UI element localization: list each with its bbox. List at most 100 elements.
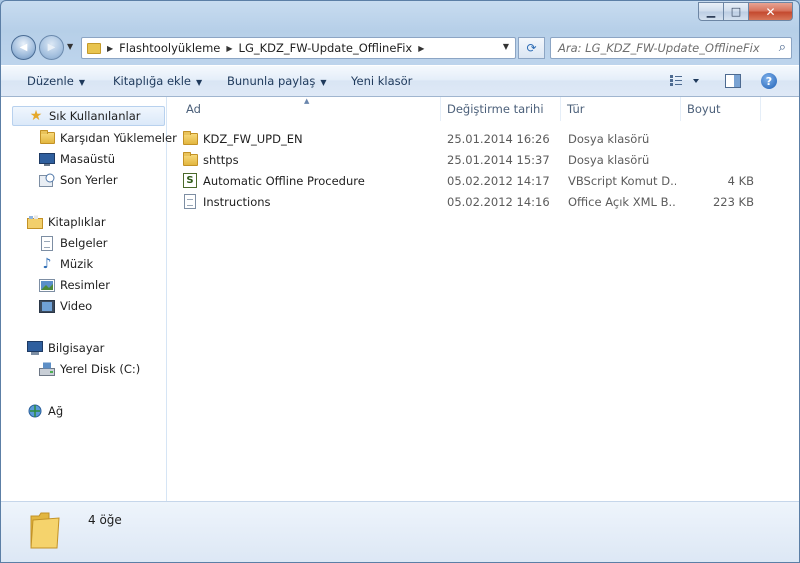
maximize-icon: □ <box>730 5 742 18</box>
file-date: 05.02.2012 14:17 <box>447 173 550 188</box>
preview-pane-icon <box>725 74 741 88</box>
file-size: 4 KB <box>727 173 754 188</box>
column-label: Ad <box>186 102 201 116</box>
file-row[interactable]: Instructions 05.02.2012 14:16 Office Açı… <box>182 191 782 212</box>
folder-icon <box>182 130 198 147</box>
preview-pane-button[interactable] <box>725 74 741 92</box>
sidebar-item-recent-places[interactable]: Son Yerler <box>39 170 118 190</box>
address-dropdown-icon[interactable]: ▼ <box>503 42 509 51</box>
help-icon: ? <box>761 73 777 89</box>
file-name-cell: Instructions <box>182 191 437 212</box>
sidebar-item-local-disk[interactable]: Yerel Disk (C:) <box>39 359 140 379</box>
sidebar-item-label: Kitaplıklar <box>48 215 106 229</box>
refresh-button[interactable]: ⟳ <box>518 37 545 59</box>
breadcrumb-item[interactable]: LG_KDZ_FW-Update_OfflineFix <box>239 41 413 55</box>
breadcrumb-item[interactable]: Flashtoolyükleme <box>119 41 220 55</box>
sidebar-item-libraries[interactable]: Kitaplıklar <box>27 212 106 232</box>
column-header-size[interactable]: Boyut <box>681 97 761 121</box>
breadcrumb-separator-icon[interactable]: ▶ <box>418 44 424 53</box>
close-button[interactable]: ✕ <box>749 2 793 21</box>
breadcrumb-separator-icon[interactable]: ▶ <box>226 44 232 53</box>
network-icon <box>27 403 43 419</box>
recent-pages-dropdown[interactable]: ▼ <box>67 42 77 54</box>
sidebar-item-label: Müzik <box>60 257 94 271</box>
documents-icon <box>39 235 55 251</box>
libraries-icon <box>27 214 43 230</box>
file-name: KDZ_FW_UPD_EN <box>203 131 303 146</box>
downloads-folder-icon <box>39 130 55 146</box>
sidebar-item-label: Bilgisayar <box>48 341 105 355</box>
new-folder-label: Yeni klasör <box>351 74 413 88</box>
column-headers: ▲ Ad Değiştirme tarihi Tür Boyut <box>168 97 799 121</box>
sidebar-item-label: Karşıdan Yüklemeler <box>60 131 177 145</box>
include-library-label: Kitaplığa ekle <box>113 74 191 88</box>
computer-icon <box>27 340 43 356</box>
item-count: 4 öğe <box>88 513 122 527</box>
sidebar-item-network[interactable]: Ağ <box>27 401 63 421</box>
column-label: Boyut <box>687 102 721 116</box>
document-icon <box>182 194 198 210</box>
share-with-button[interactable]: Bununla paylaş ▼ <box>227 74 326 88</box>
file-name-cell: KDZ_FW_UPD_EN <box>182 128 437 149</box>
file-size <box>682 149 754 170</box>
chevron-down-icon: ▼ <box>67 42 74 51</box>
sidebar-item-label: Sık Kullanılanlar <box>49 109 141 123</box>
file-date: 25.01.2014 15:37 <box>447 152 550 167</box>
music-icon: ♪ <box>42 256 52 272</box>
minimize-button[interactable]: ▁ <box>698 2 724 21</box>
sidebar-item-favorites[interactable]: ★ Sık Kullanılanlar <box>12 106 165 126</box>
explorer-window: ▁ □ ✕ ◀ ▶ ▼ ▶ Flashtoolyükleme ▶ LG_KDZ_… <box>0 0 800 563</box>
chevron-down-icon: ▼ <box>196 78 203 87</box>
search-icon[interactable]: ⌕ <box>779 40 786 55</box>
change-view-button[interactable] <box>669 74 699 91</box>
sidebar-item-label: Son Yerler <box>60 173 118 187</box>
help-button[interactable]: ? <box>761 73 777 89</box>
navigation-pane: ★ Sık Kullanılanlar Karşıdan Yüklemeler … <box>1 97 177 501</box>
column-header-date[interactable]: Değiştirme tarihi <box>441 97 561 121</box>
file-row[interactable]: S Automatic Offline Procedure 05.02.2012… <box>182 170 782 191</box>
column-label: Tür <box>567 102 585 116</box>
organize-menu-button[interactable]: Düzenle ▼ <box>27 74 85 88</box>
sidebar-item-documents[interactable]: Belgeler <box>39 233 108 253</box>
column-header-type[interactable]: Tür <box>561 97 681 121</box>
local-disk-icon <box>39 361 55 377</box>
share-with-label: Bununla paylaş <box>227 74 316 88</box>
file-row[interactable]: KDZ_FW_UPD_EN 25.01.2014 16:26 Dosya kla… <box>182 128 782 149</box>
file-row[interactable]: shttps 25.01.2014 15:37 Dosya klasörü <box>182 149 782 170</box>
close-icon: ✕ <box>765 4 776 19</box>
sidebar-item-music[interactable]: ♪ Müzik <box>39 254 94 274</box>
pictures-icon <box>39 277 55 293</box>
file-type: VBScript Komut D... <box>568 173 676 188</box>
sidebar-item-label: Resimler <box>60 278 110 292</box>
folder-icon <box>182 151 198 168</box>
folder-icon <box>87 42 101 54</box>
back-button[interactable]: ◀ <box>11 35 36 60</box>
address-bar[interactable]: ▶ Flashtoolyükleme ▶ LG_KDZ_FW-Update_Of… <box>81 37 516 59</box>
sidebar-item-computer[interactable]: Bilgisayar <box>27 338 104 358</box>
file-size <box>682 128 754 149</box>
file-name: Instructions <box>203 194 271 209</box>
back-arrow-icon: ◀ <box>19 42 28 53</box>
star-icon: ★ <box>29 108 43 124</box>
details-pane: 4 öğe <box>1 501 799 562</box>
video-icon <box>39 298 55 314</box>
column-header-name[interactable]: Ad <box>180 97 441 121</box>
sidebar-item-pictures[interactable]: Resimler <box>39 275 110 295</box>
file-date: 25.01.2014 16:26 <box>447 131 550 146</box>
window-controls: ▁ □ ✕ <box>698 2 793 21</box>
column-label: Değiştirme tarihi <box>447 102 544 116</box>
file-name-cell: shttps <box>182 149 437 170</box>
file-size: 223 KB <box>712 194 754 209</box>
breadcrumb-separator-icon[interactable]: ▶ <box>107 44 113 53</box>
sidebar-item-desktop[interactable]: Masaüstü <box>39 149 115 169</box>
include-in-library-button[interactable]: Kitaplığa ekle ▼ <box>113 74 202 88</box>
sidebar-item-videos[interactable]: Video <box>39 296 92 316</box>
sidebar-item-downloads[interactable]: Karşıdan Yüklemeler <box>39 128 177 148</box>
navigation-bar: ◀ ▶ ▼ ▶ Flashtoolyükleme ▶ LG_KDZ_FW-Upd… <box>1 33 799 63</box>
new-folder-button[interactable]: Yeni klasör <box>351 74 412 88</box>
search-input[interactable]: Ara: LG_KDZ_FW-Update_OfflineFix ⌕ <box>550 37 792 59</box>
forward-button[interactable]: ▶ <box>39 35 64 60</box>
forward-arrow-icon: ▶ <box>47 42 56 53</box>
file-list: ▲ Ad Değiştirme tarihi Tür Boyut KDZ_FW_… <box>168 97 799 501</box>
maximize-button[interactable]: □ <box>724 2 749 21</box>
